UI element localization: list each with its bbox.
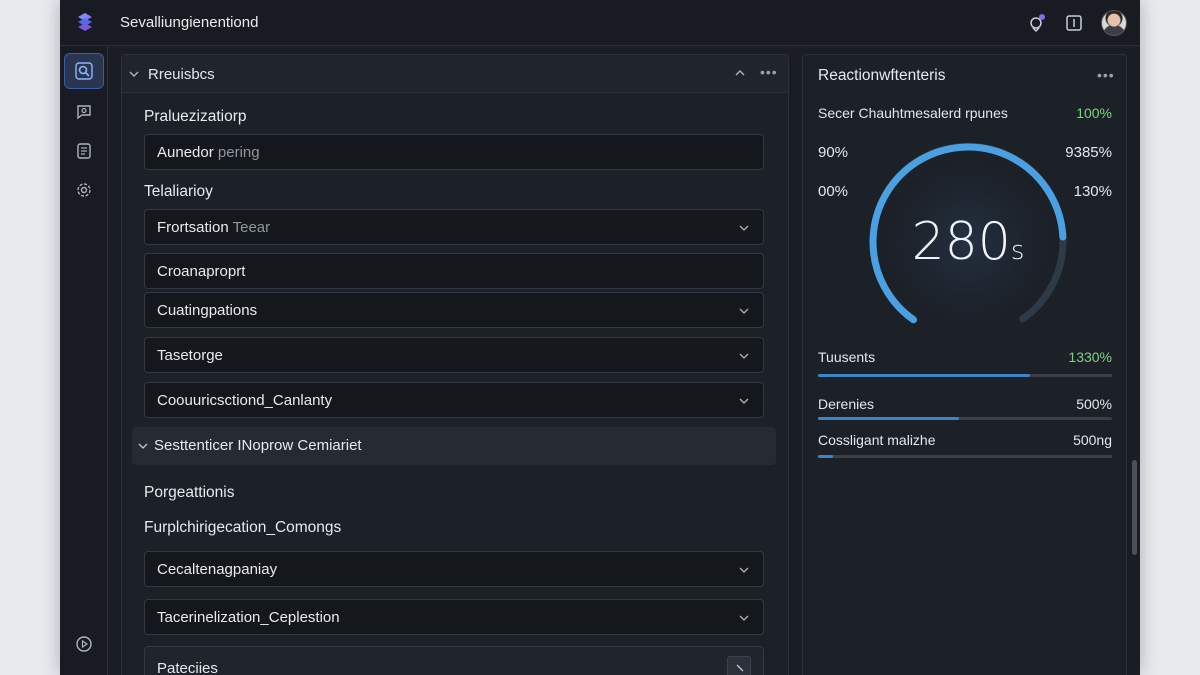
chevron-down-icon — [739, 567, 749, 573]
gauge-unit: s — [1010, 236, 1025, 266]
metric-value: 500% — [1076, 396, 1112, 412]
section-label: Porgeattionis — [144, 484, 235, 501]
chevron-down-icon — [739, 615, 749, 621]
metric-label: Secer Chauhtmesalerd rpunes — [818, 105, 1008, 121]
metric-value: 500ng — [1073, 432, 1112, 448]
text-field[interactable]: Croanaproprt — [144, 253, 764, 289]
metric-label: Cossligant malizhe — [818, 432, 936, 448]
section-label: Furplchirigecation_Comongs — [144, 519, 342, 536]
chat-search-icon — [77, 105, 91, 120]
field-value: Tasetorge — [157, 347, 223, 364]
panel-toggle-icon[interactable] — [1064, 13, 1084, 33]
field-value: Frortsation — [157, 219, 229, 236]
field-value: Tacerinelization_Ceplestion — [157, 609, 340, 626]
gear-icon — [77, 183, 91, 197]
sidebar-item-settings[interactable] — [64, 172, 104, 208]
progress-bar — [818, 417, 1112, 420]
chevron-up-icon[interactable] — [734, 67, 746, 79]
field-value: Aunedor — [157, 144, 214, 161]
select-field[interactable]: Coouuricsctiond_Canlanty — [144, 382, 764, 418]
search-icon — [75, 62, 93, 80]
select-field[interactable]: Cuatingpations — [144, 292, 764, 328]
more-options-icon[interactable]: ••• — [1097, 67, 1115, 83]
metrics-panel: Reactionwftenteris ••• Secer Chauhtmesal… — [802, 54, 1127, 675]
section-label: Praluezizatiorp — [144, 108, 247, 125]
gauge-scale-label: 00% — [818, 183, 849, 200]
field-value: Pateciies — [157, 660, 218, 675]
progress-bar-fill — [818, 417, 960, 420]
resize-icon — [736, 664, 744, 672]
select-field[interactable]: Frortsation Teear — [144, 209, 764, 245]
results-panel-title: Rreuisbcs — [148, 66, 215, 83]
progress-bar-fill — [818, 374, 1030, 377]
list-field[interactable]: Pateciies — [144, 646, 764, 675]
progress-bar-fill — [818, 455, 833, 458]
play-circle-icon — [76, 636, 92, 652]
field-value: Cuatingpations — [157, 302, 258, 319]
chevron-down-icon — [739, 225, 749, 231]
app-title: Sevalliungienentiond — [120, 14, 259, 31]
chevron-down-icon — [739, 353, 749, 359]
chevron-down-icon[interactable] — [128, 68, 140, 80]
notifications-icon[interactable] — [1027, 13, 1047, 33]
chevron-down-icon — [739, 398, 749, 404]
more-options-icon[interactable]: ••• — [760, 64, 778, 80]
metrics-panel-title: Reactionwftenteris — [818, 67, 946, 84]
field-placeholder: Teear — [232, 219, 271, 236]
select-field[interactable]: Tacerinelization_Ceplestion — [144, 599, 764, 635]
select-field[interactable]: Tasetorge — [144, 337, 764, 373]
section-label: Telaliarioy — [144, 183, 213, 200]
field-value: Coouuricsctiond_Canlanty — [157, 392, 333, 409]
field-value: Croanaproprt — [157, 263, 246, 280]
metric-label: Tuusents — [818, 349, 876, 365]
collapsible-section-title: Sesttenticer INoprow Cemiariet — [154, 437, 362, 454]
app-window: Sevalliungienentiond Rreuisbcs ••• Pralu… — [60, 0, 1140, 675]
metric-value: 100% — [1076, 105, 1112, 121]
gauge-value-display: 280s — [803, 212, 1133, 272]
chevron-down-icon — [138, 443, 148, 449]
sidebar-item-documents[interactable] — [64, 133, 104, 169]
document-icon — [77, 143, 91, 159]
results-panel-header: Rreuisbcs ••• — [122, 55, 788, 93]
scrollbar[interactable] — [1132, 460, 1137, 555]
sidebar-item-chat[interactable] — [64, 94, 104, 130]
sidebar-item-run[interactable] — [64, 626, 104, 662]
gauge-scale-label: 90% — [818, 144, 849, 161]
title-bar: Sevalliungienentiond — [60, 0, 1140, 46]
metric-value: 1330% — [1068, 349, 1112, 365]
user-avatar[interactable] — [1101, 10, 1127, 36]
sidebar-item-search[interactable] — [64, 53, 104, 89]
text-field[interactable]: Aunedor pering — [144, 134, 764, 170]
resize-button[interactable] — [727, 656, 751, 675]
metric-label: Derenies — [818, 396, 875, 412]
select-field[interactable]: Cecaltenagpaniay — [144, 551, 764, 587]
collapsible-section[interactable]: Sesttenticer INoprow Cemiariet — [132, 427, 776, 465]
progress-bar — [818, 455, 1112, 458]
chevron-down-icon — [739, 308, 749, 314]
sidebar — [60, 46, 108, 675]
field-placeholder: pering — [217, 144, 260, 161]
app-logo-icon — [78, 13, 92, 31]
gauge-value: 280 — [911, 212, 1011, 272]
field-value: Cecaltenagpaniay — [157, 561, 278, 578]
progress-bar — [818, 374, 1112, 377]
